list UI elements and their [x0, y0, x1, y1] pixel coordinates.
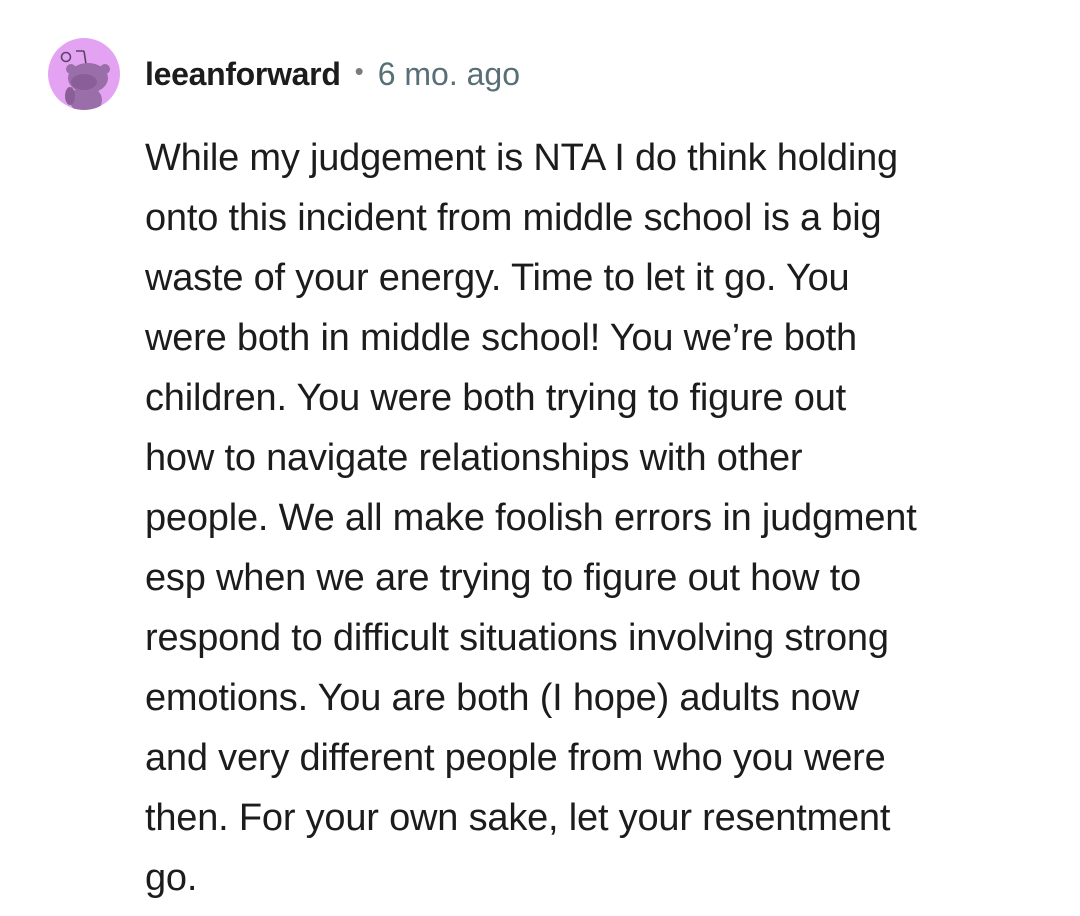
comment-line: children. You were both trying to figure…	[145, 377, 846, 419]
comment-line: and very different people from who you w…	[145, 737, 886, 779]
comment-body: While my judgement is NTA I do think hol…	[145, 128, 1025, 908]
comment-line: waste of your energy. Time to let it go.…	[145, 257, 850, 299]
meta-separator: •	[354, 55, 364, 86]
timestamp[interactable]: 6 mo. ago	[378, 56, 520, 93]
comment-line: how to navigate relationships with other	[145, 437, 803, 479]
username-link[interactable]: leeanforward	[145, 56, 341, 93]
comment-line: then. For your own sake, let your resent…	[145, 797, 891, 839]
comment: leeanforward • 6 mo. ago While my judgem…	[0, 0, 1080, 916]
comment-meta: leeanforward • 6 mo. ago	[145, 52, 520, 96]
comment-line: go.	[145, 857, 198, 899]
comment-line: people. We all make foolish errors in ju…	[145, 497, 917, 539]
comment-line: esp when we are trying to figure out how…	[145, 557, 861, 599]
comment-line: respond to difficult situations involvin…	[145, 617, 889, 659]
comment-line: onto this incident from middle school is…	[145, 197, 882, 239]
comment-line: emotions. You are both (I hope) adults n…	[145, 677, 860, 719]
comment-line: were both in middle school! You we’re bo…	[145, 317, 857, 359]
user-avatar[interactable]	[48, 38, 120, 110]
snoo-avatar-icon	[60, 50, 110, 110]
comment-line: While my judgement is NTA I do think hol…	[145, 137, 898, 179]
